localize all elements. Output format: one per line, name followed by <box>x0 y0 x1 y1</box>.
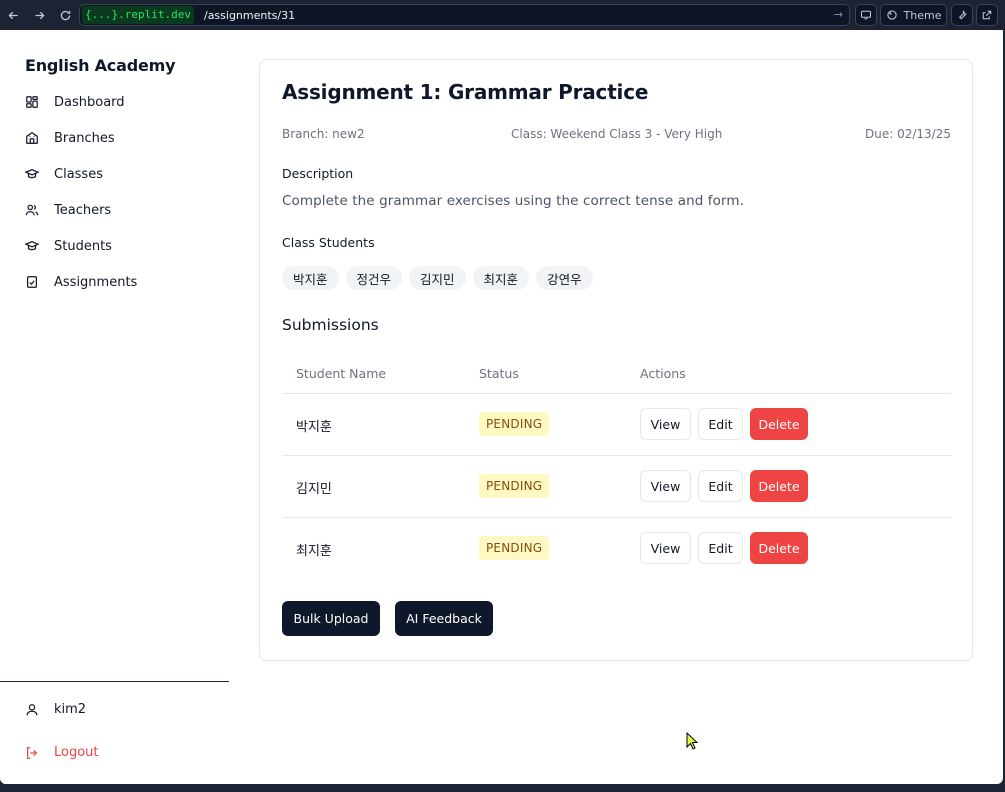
student-name: 박지훈 <box>296 420 332 435</box>
submissions-title: Submissions <box>282 316 379 334</box>
student-chip: 김지민 <box>409 266 466 290</box>
users-icon <box>25 203 39 217</box>
delete-button[interactable]: Delete <box>750 408 808 440</box>
dashboard-icon <box>25 95 39 109</box>
sidebar-item-label: Teachers <box>54 202 112 218</box>
student-chip: 강연우 <box>536 266 593 290</box>
sidebar-item-classes[interactable]: Classes <box>25 164 103 184</box>
clipboard-check-icon <box>25 275 39 289</box>
sidebar-item-label: Dashboard <box>54 94 125 110</box>
graduation-cap-icon <box>25 167 39 181</box>
mouse-cursor-icon <box>686 732 699 750</box>
logout-button[interactable]: Logout <box>25 745 99 760</box>
submissions-table: Student Name Status Actions 박지훈 PENDING … <box>282 354 951 580</box>
sidebar-item-label: Classes <box>54 166 103 182</box>
go-arrow-icon[interactable]: → <box>834 8 843 21</box>
due-date: Due: 02/13/25 <box>865 127 951 141</box>
status-badge: PENDING <box>479 412 550 436</box>
bulk-upload-button[interactable]: Bulk Upload <box>282 601 380 636</box>
table-header: Student Name Status Actions <box>282 354 951 394</box>
sidebar-item-label: Students <box>54 238 112 254</box>
description-label: Description <box>282 166 354 181</box>
sidebar-divider <box>0 681 229 682</box>
sidebar-item-students[interactable]: Students <box>25 236 112 256</box>
sidebar-item-label: Branches <box>54 130 115 146</box>
table-row: 박지훈 PENDING View Edit Delete <box>282 394 951 456</box>
current-user: kim2 <box>25 702 86 717</box>
view-button[interactable]: View <box>640 532 691 564</box>
edit-button[interactable]: Edit <box>698 470 743 502</box>
sidebar-item-teachers[interactable]: Teachers <box>25 200 111 220</box>
reload-icon[interactable] <box>53 3 77 27</box>
ai-feedback-button[interactable]: AI Feedback <box>395 601 493 636</box>
view-button[interactable]: View <box>640 470 691 502</box>
status-badge: PENDING <box>479 536 550 560</box>
external-link-icon[interactable] <box>976 4 998 26</box>
student-name: 최지훈 <box>296 544 332 559</box>
user-name: kim2 <box>54 702 87 717</box>
url-host-domain: .replit.dev <box>118 8 191 21</box>
logout-label: Logout <box>54 745 99 760</box>
table-row: 최지훈 PENDING View Edit Delete <box>282 518 951 580</box>
delete-button[interactable]: Delete <box>750 470 808 502</box>
status-badge: PENDING <box>479 474 550 498</box>
delete-button[interactable]: Delete <box>750 532 808 564</box>
url-host: {...}.replit.dev <box>82 6 194 24</box>
assignment-card: Assignment 1: Grammar Practice Branch: n… <box>259 59 973 661</box>
devices-icon[interactable] <box>855 4 877 26</box>
column-header-student-name: Student Name <box>296 366 387 381</box>
brand-title: English Academy <box>25 56 176 75</box>
sidebar-item-label: Assignments <box>54 274 138 290</box>
url-path: /assignments/31 <box>203 8 296 22</box>
view-button[interactable]: View <box>640 408 691 440</box>
class-info: Class: Weekend Class 3 - Very High <box>511 127 723 141</box>
url-host-braces: {...} <box>85 8 119 21</box>
forward-icon[interactable] <box>27 3 51 27</box>
graduation-cap-icon <box>25 239 39 253</box>
url-bar[interactable]: {...}.replit.dev /assignments/31 → <box>79 4 850 26</box>
app-window: English Academy Dashboard Branches Class… <box>0 30 1003 784</box>
edit-button[interactable]: Edit <box>698 532 743 564</box>
sidebar-item-assignments[interactable]: Assignments <box>25 272 137 292</box>
building-icon <box>25 131 39 145</box>
logout-icon <box>25 746 39 760</box>
back-icon[interactable] <box>1 3 25 27</box>
student-name: 김지민 <box>296 482 332 497</box>
branch-info: Branch: new2 <box>282 127 365 141</box>
student-chips: 박지훈 정건우 김지민 최지훈 강연우 <box>282 266 593 290</box>
sidebar: English Academy Dashboard Branches Class… <box>0 30 229 784</box>
sidebar-item-branches[interactable]: Branches <box>25 128 115 148</box>
browser-toolbar: {...}.replit.dev /assignments/31 → Theme <box>0 0 1005 30</box>
edit-button[interactable]: Edit <box>698 408 743 440</box>
wrench-icon[interactable] <box>951 4 973 26</box>
theme-button[interactable]: Theme <box>880 4 947 26</box>
sidebar-item-dashboard[interactable]: Dashboard <box>25 92 125 112</box>
theme-label: Theme <box>903 8 942 22</box>
description-text: Complete the grammar exercises using the… <box>282 193 745 209</box>
student-chip: 정건우 <box>345 266 403 290</box>
page-title: Assignment 1: Grammar Practice <box>282 80 649 104</box>
table-row: 김지민 PENDING View Edit Delete <box>282 456 951 518</box>
student-chip: 박지훈 <box>282 266 339 290</box>
column-header-actions: Actions <box>640 366 686 381</box>
column-header-status: Status <box>479 366 519 381</box>
student-chip: 최지훈 <box>472 266 530 290</box>
class-students-label: Class Students <box>282 235 375 250</box>
palette-icon <box>886 10 897 20</box>
user-icon <box>25 703 39 717</box>
